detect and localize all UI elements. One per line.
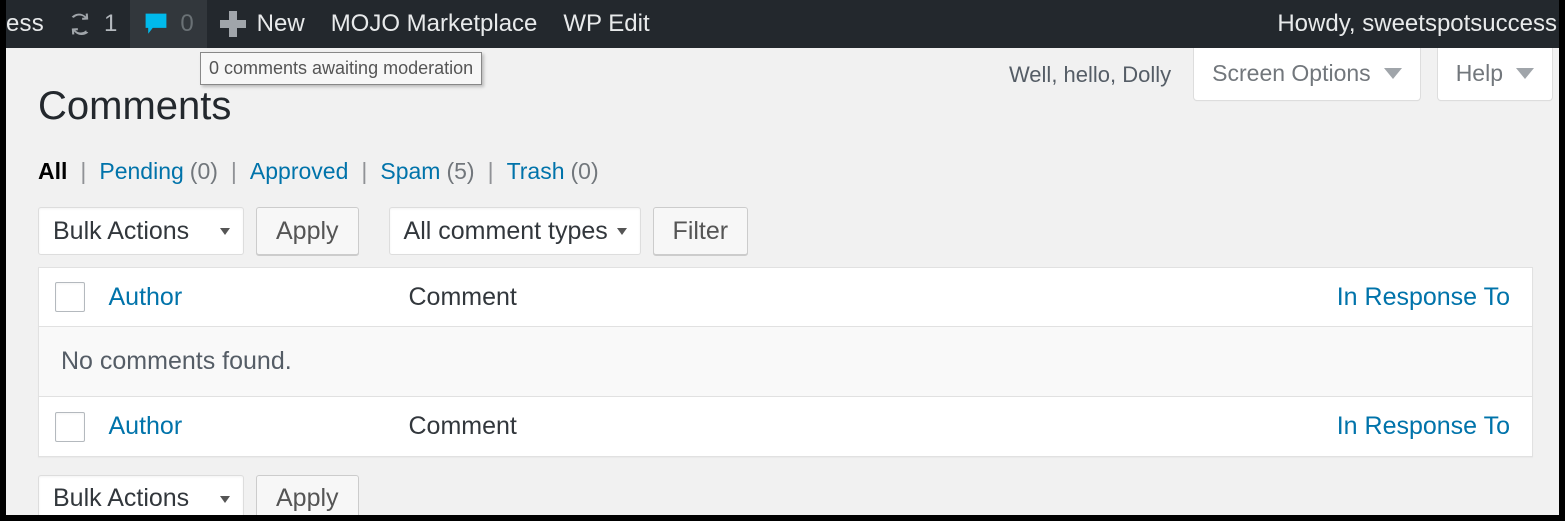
adminbar-wp-edit-label: WP Edit — [563, 10, 650, 37]
comment-type-value: All comment types — [403, 216, 608, 245]
screen-options-label: Screen Options — [1212, 59, 1371, 86]
column-header-author: Author — [108, 267, 409, 328]
adminbar-new-content[interactable]: New — [207, 0, 318, 48]
adminbar-mojo-marketplace[interactable]: MOJO Marketplace — [318, 0, 551, 48]
bulk-actions-select-top[interactable]: Bulk Actions — [38, 207, 244, 255]
column-header-response: In Response To — [970, 267, 1533, 328]
adminbar-wp-edit[interactable]: WP Edit — [550, 0, 662, 48]
filter-item-trash: Trash (0) — [507, 158, 599, 185]
filter-separator: | — [230, 158, 237, 184]
adminbar-site-name[interactable]: ess — [6, 0, 54, 48]
bulk-actions-select-bottom[interactable]: Bulk Actions — [38, 474, 244, 515]
help-label: Help — [1455, 59, 1503, 86]
tablenav-top: Bulk Actions Apply All comment types Fil… — [38, 207, 1533, 255]
adminbar-my-account[interactable]: Howdy, sweetspotsuccess — [1277, 0, 1559, 48]
plus-icon — [219, 11, 246, 37]
apply-button-top[interactable]: Apply — [256, 207, 359, 255]
filter-count-pending: (0) — [189, 158, 218, 184]
column-header-comment: Comment — [408, 267, 971, 328]
chevron-down-icon — [220, 228, 230, 235]
sort-author-link-top[interactable]: Author — [109, 283, 183, 311]
column-footer-comment: Comment — [408, 396, 971, 457]
select-all-header — [38, 267, 109, 328]
filter-link-all[interactable]: All — [38, 158, 67, 185]
table-body: No comments found. — [38, 326, 1533, 398]
adminbar-mojo-label: MOJO Marketplace — [330, 10, 538, 37]
chevron-down-icon — [616, 228, 627, 235]
adminbar-updates[interactable]: 1 — [54, 0, 130, 48]
comments-tooltip: 0 comments awaiting moderation — [200, 52, 483, 85]
apply-button-bottom[interactable]: Apply — [256, 474, 359, 515]
adminbar-new-label: New — [256, 10, 305, 37]
tablenav-bottom: Bulk Actions Apply — [38, 474, 1533, 515]
bulk-actions-value-bottom: Bulk Actions — [53, 484, 190, 513]
select-all-checkbox-top[interactable] — [55, 282, 85, 313]
comment-bubble-icon — [143, 11, 169, 37]
filter-count-trash: (0) — [570, 158, 599, 184]
wpbody-content: Comments All | Pending (0) | Approved | Spam (5)… — [6, 48, 1559, 515]
filter-button[interactable]: Filter — [652, 207, 749, 255]
filter-separator: | — [361, 158, 368, 184]
filter-link-trash[interactable]: Trash — [507, 158, 565, 185]
sort-response-link-bottom[interactable]: In Response To — [1337, 412, 1510, 440]
chevron-down-icon — [220, 495, 230, 503]
filter-item-approved: Approved | — [250, 158, 380, 185]
select-all-footer — [38, 396, 109, 457]
bulk-actions-value-top: Bulk Actions — [53, 216, 190, 245]
wp-admin-bar: ess 1 0 New MOJO Marketplace WP Edit How… — [6, 0, 1559, 48]
table-row: No comments found. — [38, 326, 1533, 398]
screen-meta-links: Well, hello, Dolly Screen Options Help — [1009, 48, 1553, 101]
comment-type-select[interactable]: All comment types — [388, 207, 641, 255]
filter-count-spam: (5) — [446, 158, 475, 184]
howdy-label: Howdy, sweetspotsuccess — [1277, 10, 1557, 37]
filter-link-pending[interactable]: Pending — [99, 158, 183, 185]
adminbar-comments[interactable]: 0 — [130, 0, 207, 48]
column-footer-author: Author — [108, 396, 409, 457]
tooltip-text: 0 comments awaiting moderation — [209, 58, 474, 78]
table-header-row: Author Comment In Response To — [38, 267, 1533, 328]
column-footer-response: In Response To — [970, 396, 1533, 457]
update-icon — [67, 11, 93, 37]
dolly-quote: Well, hello, Dolly — [1008, 62, 1172, 87]
filter-separator: | — [80, 158, 87, 184]
filter-link-approved[interactable]: Approved — [250, 158, 348, 185]
table-head: Author Comment In Response To — [38, 267, 1533, 328]
filter-item-spam: Spam (5) | — [380, 158, 506, 185]
help-button[interactable]: Help — [1436, 48, 1553, 101]
update-count: 1 — [103, 10, 118, 37]
screen-options-button[interactable]: Screen Options — [1193, 48, 1421, 101]
comment-status-filters: All | Pending (0) | Approved | Spam (5) | Trash (0) — [38, 158, 1533, 185]
filter-link-spam[interactable]: Spam — [380, 158, 440, 185]
comment-count: 0 — [180, 10, 194, 37]
table-footer-row: Author Comment In Response To — [38, 396, 1533, 457]
table-foot: Author Comment In Response To — [38, 396, 1533, 457]
browser-viewport: ess 1 0 New MOJO Marketplace WP Edit How… — [0, 0, 1565, 521]
chevron-down-icon — [1383, 67, 1402, 79]
no-comments-message: No comments found. — [38, 326, 1533, 398]
site-name-label: ess — [6, 10, 44, 37]
filter-separator: | — [487, 158, 494, 184]
filter-item-all: All | — [38, 158, 99, 185]
select-all-checkbox-bottom[interactable] — [55, 411, 85, 442]
sort-author-link-bottom[interactable]: Author — [109, 412, 183, 440]
adminbar-spacer — [663, 0, 1278, 48]
chevron-down-icon — [1516, 67, 1534, 79]
filter-item-pending: Pending (0) | — [99, 158, 250, 185]
sort-response-link-top[interactable]: In Response To — [1337, 283, 1510, 311]
comments-table: Author Comment In Response To No comment… — [38, 267, 1533, 457]
